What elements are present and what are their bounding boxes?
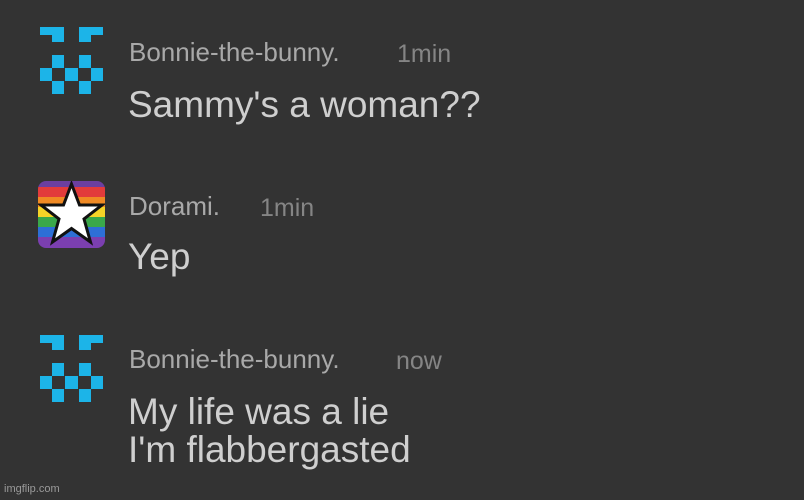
chat-message: Bonnie-the-bunny. now My life was a lie … bbox=[0, 325, 804, 500]
watermark: imgflip.com bbox=[4, 483, 60, 495]
message-text: Yep bbox=[128, 238, 190, 276]
timestamp: 1min bbox=[397, 40, 452, 68]
message-text: Sammy's a woman?? bbox=[128, 86, 481, 124]
message-line: My life was a lie bbox=[128, 391, 390, 432]
chat-message: Bonnie-the-bunny. 1min Sammy's a woman?? bbox=[0, 0, 804, 160]
username[interactable]: Dorami. bbox=[129, 193, 220, 219]
fnaf-pixel-eyes-icon[interactable] bbox=[38, 335, 105, 402]
username[interactable]: Bonnie-the-bunny. bbox=[129, 39, 340, 65]
message-text: My life was a lie I'm flabbergasted bbox=[128, 393, 411, 469]
timestamp: now bbox=[396, 347, 442, 375]
username[interactable]: Bonnie-the-bunny. bbox=[129, 346, 340, 372]
chat-message: Dorami. 1min Yep bbox=[0, 160, 804, 325]
timestamp: 1min bbox=[260, 194, 315, 222]
message-line: Sammy's a woman?? bbox=[128, 84, 481, 125]
chat-log: Bonnie-the-bunny. 1min Sammy's a woman?? bbox=[0, 0, 804, 500]
rainbow-star-icon[interactable] bbox=[38, 181, 105, 248]
message-line: I'm flabbergasted bbox=[128, 429, 411, 470]
fnaf-pixel-eyes-icon[interactable] bbox=[38, 27, 105, 94]
message-line: Yep bbox=[128, 236, 191, 277]
